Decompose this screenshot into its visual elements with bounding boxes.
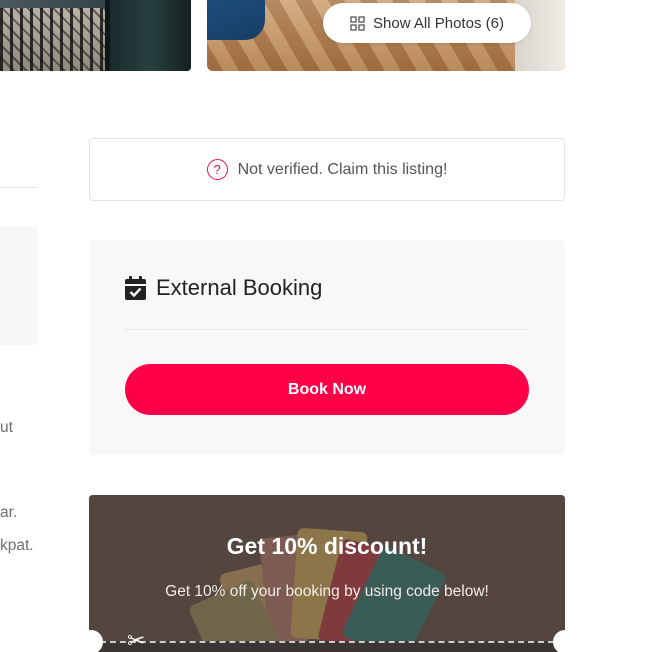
balcony-railing — [0, 8, 105, 71]
show-all-photos-button[interactable]: Show All Photos (6) — [323, 3, 531, 43]
listing-sidebar-page: Show All Photos (6) ut ar. kpat. ? Not v… — [0, 0, 670, 652]
discount-subtitle: Get 10% off your booking by using code b… — [165, 583, 489, 600]
left-text-fragment-2: ar. — [0, 504, 18, 521]
coupon-overlay — [89, 495, 565, 652]
booking-divider — [125, 329, 529, 330]
gallery-photo-balcony[interactable] — [0, 0, 191, 71]
left-content-box — [0, 227, 38, 345]
coupon-notch-left — [79, 630, 103, 652]
coupon-cut-line — [100, 641, 554, 643]
claim-listing-label: Not verified. Claim this listing! — [237, 160, 448, 178]
booking-header: External Booking — [125, 275, 322, 301]
external-booking-widget: External Booking Book Now — [89, 240, 565, 455]
balcony-door — [110, 0, 191, 71]
left-text-fragment-3: kpat. — [0, 537, 34, 554]
calendar-check-icon — [125, 276, 146, 300]
discount-title: Get 10% discount! — [226, 533, 428, 559]
left-divider — [0, 187, 38, 188]
scissors-icon: ✂ — [127, 628, 146, 652]
show-all-photos-label: Show All Photos (6) — [373, 14, 504, 32]
question-circle-icon: ? — [206, 159, 228, 180]
coupon-notch-right — [553, 630, 577, 652]
discount-coupon-card: Get 10% discount! Get 10% off your booki… — [89, 495, 565, 652]
left-text-fragment-1: ut — [0, 419, 13, 436]
blue-sofa — [207, 0, 265, 40]
grid-icon — [350, 15, 365, 31]
booking-title: External Booking — [156, 275, 323, 300]
claim-listing-button[interactable]: ? Not verified. Claim this listing! — [89, 138, 565, 201]
book-now-button[interactable]: Book Now — [125, 364, 529, 415]
